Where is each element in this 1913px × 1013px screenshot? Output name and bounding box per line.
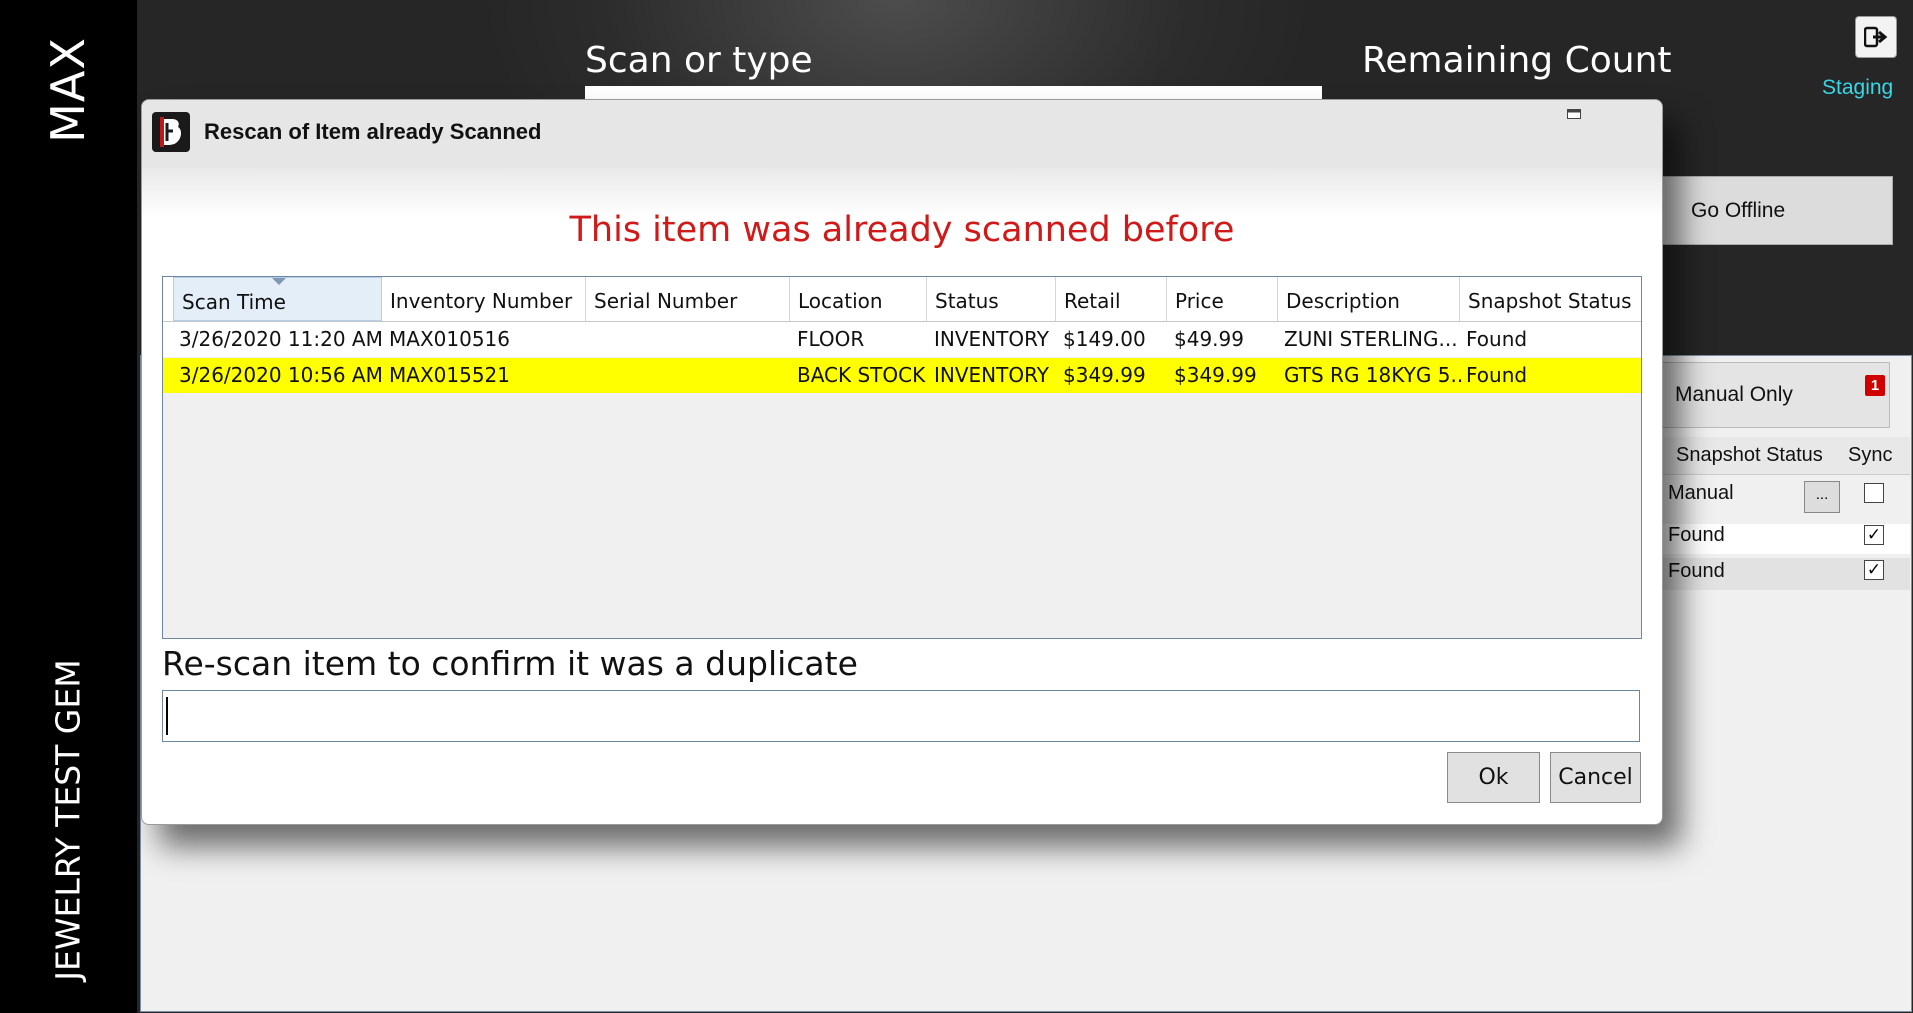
sort-arrow-icon <box>272 278 286 285</box>
table-header: Scan Time Inventory Number Serial Number… <box>163 277 1641 322</box>
scan-label: Scan or type <box>585 40 813 81</box>
cell-inventory-number: MAX010516 <box>389 327 510 351</box>
restore-icon[interactable] <box>1567 109 1581 119</box>
cell-location: BACK STOCK <box>797 363 926 387</box>
column-location[interactable]: Location <box>790 277 927 321</box>
cell-status: INVENTORY <box>934 363 1049 387</box>
count-badge: 1 <box>1865 375 1885 396</box>
sync-checkbox[interactable]: ✓ <box>1864 560 1884 580</box>
snapshot-status: Manual <box>1668 482 1734 504</box>
staging-label[interactable]: Staging <box>1822 76 1893 100</box>
cell-price: $349.99 <box>1174 363 1257 387</box>
exit-button[interactable] <box>1855 16 1897 58</box>
manual-only-label: Manual Only <box>1675 383 1793 406</box>
sync-checkbox[interactable] <box>1864 483 1884 503</box>
cell-scan-time: 3/26/2020 10:56 AM <box>179 363 383 387</box>
column-status[interactable]: Status <box>927 277 1056 321</box>
go-offline-button[interactable]: Go Offline <box>1660 176 1893 245</box>
table-row-highlighted[interactable]: 3/26/2020 10:56 AM MAX015521 BACK STOCK … <box>163 358 1641 393</box>
header-sync[interactable]: Sync <box>1848 444 1892 467</box>
cell-retail: $349.99 <box>1063 363 1146 387</box>
bg-grid-header: Snapshot Status Sync <box>1660 437 1910 475</box>
app-logo-icon <box>152 112 190 152</box>
remaining-count-label: Remaining Count <box>1362 40 1672 81</box>
browse-button[interactable]: ... <box>1804 481 1840 513</box>
warning-headline: This item was already scanned before <box>569 210 1235 250</box>
rescan-dialog: Rescan of Item already Scanned This item… <box>141 99 1663 825</box>
column-inventory-number[interactable]: Inventory Number <box>382 277 586 321</box>
text-caret <box>166 697 168 735</box>
column-price[interactable]: Price <box>1167 277 1278 321</box>
cell-price: $49.99 <box>1174 327 1244 351</box>
cell-snapshot-status: Found <box>1466 327 1528 351</box>
sidebar: MAX JEWELRY TEST GEM <box>0 0 137 1013</box>
manual-only-tab[interactable]: Manual Only 1 <box>1660 362 1890 428</box>
column-serial-number[interactable]: Serial Number <box>586 277 790 321</box>
sync-checkbox[interactable]: ✓ <box>1864 525 1884 545</box>
store-name: MAX <box>41 37 95 143</box>
header-snapshot-status[interactable]: Snapshot Status <box>1676 444 1823 467</box>
exit-icon <box>1864 26 1888 48</box>
cell-inventory-number: MAX015521 <box>389 363 510 387</box>
cell-status: INVENTORY <box>934 327 1049 351</box>
scan-history-table: Scan Time Inventory Number Serial Number… <box>162 276 1642 639</box>
cell-snapshot-status: Found <box>1466 363 1528 387</box>
ok-button[interactable]: Ok <box>1447 752 1540 803</box>
column-description[interactable]: Description <box>1278 277 1460 321</box>
cell-scan-time: 3/26/2020 11:20 AM <box>179 327 383 351</box>
column-snapshot-status[interactable]: Snapshot Status <box>1460 277 1641 321</box>
column-retail[interactable]: Retail <box>1056 277 1167 321</box>
dialog-title: Rescan of Item already Scanned <box>204 119 542 144</box>
table-row[interactable]: 3/26/2020 11:20 AM MAX010516 FLOOR INVEN… <box>163 322 1641 357</box>
company-name: JEWELRY TEST GEM <box>48 659 88 981</box>
dialog-title-bar[interactable]: Rescan of Item already Scanned <box>142 100 1662 168</box>
cell-retail: $149.00 <box>1063 327 1146 351</box>
cell-location: FLOOR <box>797 327 865 351</box>
cancel-button[interactable]: Cancel <box>1550 752 1641 803</box>
column-scan-time[interactable]: Scan Time <box>173 277 382 321</box>
snapshot-status: Found <box>1668 524 1725 546</box>
snapshot-status: Found <box>1668 560 1725 582</box>
cell-description: GTS RG 18KYG 5... <box>1284 363 1462 387</box>
cell-description: ZUNI STERLING... <box>1284 327 1458 351</box>
rescan-input[interactable] <box>162 690 1640 742</box>
confirm-label: Re-scan item to confirm it was a duplica… <box>162 644 858 683</box>
